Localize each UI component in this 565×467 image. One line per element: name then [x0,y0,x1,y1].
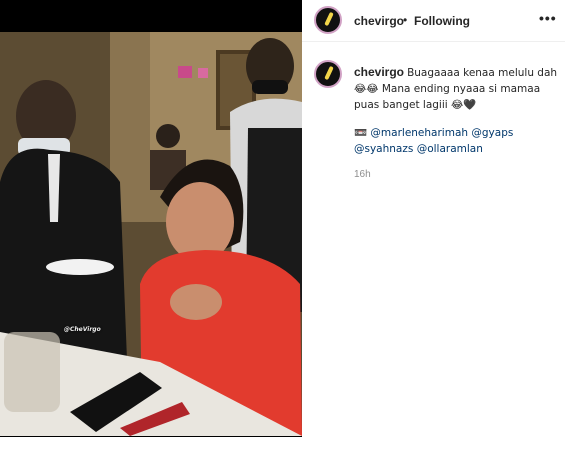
comment-username[interactable]: chevirgo [354,65,404,79]
post-timestamp[interactable]: 16h [354,167,564,183]
separator-dot: • [403,13,408,27]
tag-list: 📼 @marleneharimah @gyaps @syahnazs @olla… [354,125,564,157]
caption-text-2: 😂😂 Mana ending nyaaa si mamaa [354,83,541,95]
tag-link[interactable]: @syahnazs [354,143,413,155]
comment-body: chevirgo Buagaaaa kenaa melulu dah 😂😂 Ma… [354,64,564,183]
media-bottom-margin [0,437,302,467]
post-header: chevirgo • Following ••• [302,0,565,42]
videotape-icon: 📼 [354,127,368,139]
post-username[interactable]: chevirgo [354,14,404,28]
caption-text-3: puas banget lagiii 😂🖤 [354,99,477,111]
tag-link[interactable]: @marleneharimah [370,127,468,139]
video-player[interactable]: @CheVirgo [0,32,302,436]
comment-avatar[interactable] [314,60,342,88]
tag-link[interactable]: @gyaps [471,127,513,139]
video-frame-illustration [0,32,302,436]
avatar[interactable] [314,6,342,34]
tag-link[interactable]: @ollaramlan [417,143,483,155]
following-button[interactable]: Following [414,14,470,28]
caption-text-1: Buagaaaa kenaa melulu dah [407,67,558,79]
more-options-icon[interactable]: ••• [539,10,557,26]
post-sidebar: chevirgo • Following ••• chevirgo Buagaa… [302,0,565,467]
video-watermark: @CheVirgo [64,326,101,333]
